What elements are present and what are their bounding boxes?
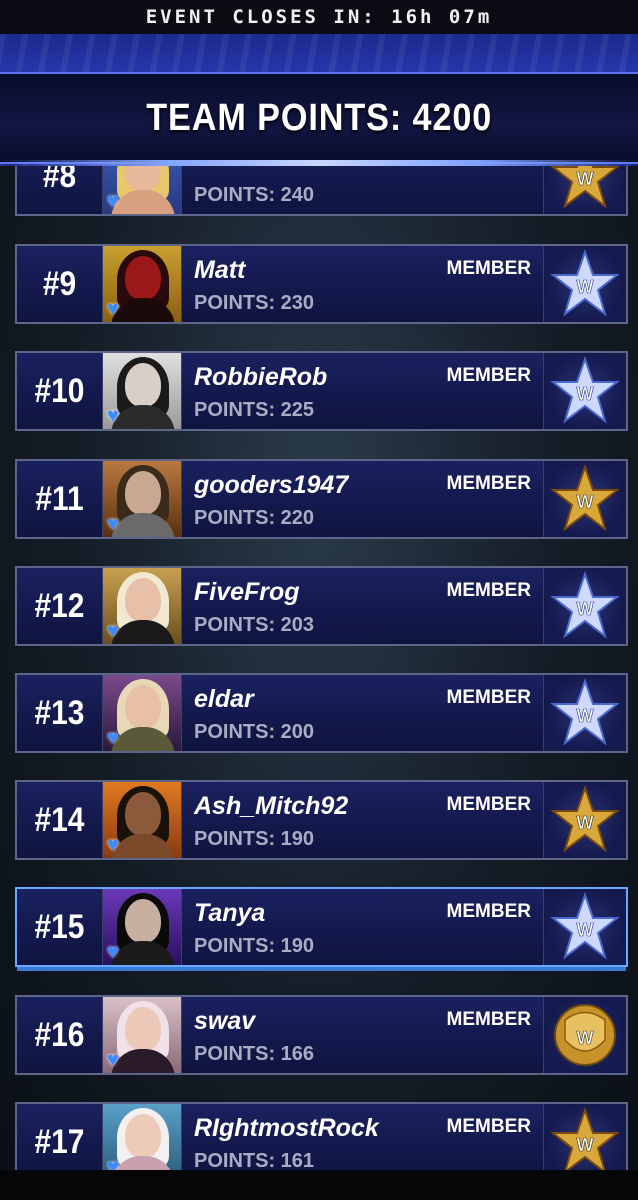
player-name: Matt	[194, 256, 246, 284]
svg-text:W: W	[577, 492, 594, 512]
svg-text:W: W	[577, 277, 594, 297]
avatar[interactable]: ♥	[102, 246, 182, 322]
avatar[interactable]: ♥	[102, 782, 182, 858]
leaderboard-row-12[interactable]: #12 ♥ FiveFrog POINTS: 203 MEMBER W	[15, 566, 628, 646]
avatar[interactable]: ♥	[102, 1104, 182, 1180]
avatar[interactable]: ♥	[102, 568, 182, 644]
player-name: Tanya	[194, 899, 266, 927]
event-timer-bar: EVENT CLOSES IN: 16h 07m	[0, 0, 638, 34]
heart-icon: ♥	[107, 513, 119, 535]
rank-label: #13	[34, 693, 85, 732]
player-name: FiveFrog	[194, 578, 300, 606]
header-glow	[0, 160, 638, 166]
player-points: POINTS: 230	[194, 292, 315, 314]
player-points: POINTS: 190	[194, 935, 315, 957]
leaderboard-row-14[interactable]: #14 ♥ Ash_Mitch92 POINTS: 190 MEMBER W	[15, 780, 628, 860]
rank-label: #12	[34, 586, 85, 625]
svg-text:W: W	[577, 1028, 594, 1048]
avatar[interactable]: ♥	[102, 461, 182, 537]
silver-star-icon: W	[543, 889, 626, 965]
avatar[interactable]: ♥	[102, 675, 182, 751]
player-points: POINTS: 200	[194, 721, 315, 743]
player-role: MEMBER	[446, 901, 531, 922]
event-closes-label: EVENT CLOSES IN: 16h 07m	[145, 6, 493, 28]
player-points: POINTS: 203	[194, 614, 315, 636]
gold-star-icon: W	[543, 461, 626, 537]
svg-text:W: W	[577, 813, 594, 833]
avatar[interactable]: ♥	[102, 997, 182, 1073]
rank-label: #17	[34, 1122, 85, 1161]
player-name: eldar	[194, 685, 254, 713]
team-points-header: TEAM POINTS: 4200	[0, 34, 638, 166]
gold-shield-icon: W	[543, 997, 626, 1073]
rank-label: #16	[34, 1015, 85, 1054]
leaderboard-row-16[interactable]: #16 ♥ swav POINTS: 166 MEMBER W	[15, 995, 628, 1075]
bottom-nav-bar	[0, 1170, 638, 1200]
player-role: MEMBER	[446, 794, 531, 815]
player-role: MEMBER	[446, 1009, 531, 1030]
gold-star-icon: W	[543, 782, 626, 858]
svg-text:W: W	[577, 1135, 594, 1155]
player-name: Ash_Mitch92	[194, 792, 349, 820]
player-role: MEMBER	[446, 365, 531, 386]
leaderboard-row-13[interactable]: #13 ♥ eldar POINTS: 200 MEMBER W	[15, 673, 628, 753]
svg-text:W: W	[577, 706, 594, 726]
player-role: MEMBER	[446, 1116, 531, 1137]
heart-icon: ♥	[107, 1049, 119, 1071]
svg-text:W: W	[577, 599, 594, 619]
avatar[interactable]: ♥	[102, 353, 182, 429]
heart-icon: ♥	[107, 620, 119, 642]
player-points: POINTS: 190	[194, 828, 315, 850]
rank-label: #11	[35, 479, 84, 518]
player-points: POINTS: 220	[194, 507, 315, 529]
svg-text:W: W	[577, 920, 594, 940]
player-name: RIghtmostRock	[194, 1114, 379, 1142]
player-role: MEMBER	[446, 580, 531, 601]
heart-icon: ♥	[107, 298, 119, 320]
rank-label: #15	[34, 907, 85, 946]
player-name: gooders1947	[194, 471, 349, 499]
heart-icon: ♥	[107, 405, 119, 427]
gold-star-icon: W	[543, 1104, 626, 1180]
leaderboard-row-10[interactable]: #10 ♥ RobbieRob POINTS: 225 MEMBER W	[15, 351, 628, 431]
silver-star-icon: W	[543, 353, 626, 429]
rank-label: #10	[34, 371, 85, 410]
player-name: swav	[194, 1007, 256, 1035]
player-role: MEMBER	[446, 258, 531, 279]
leaderboard-row-11[interactable]: #11 ♥ gooders1947 POINTS: 220 MEMBER W	[15, 459, 628, 539]
player-points: POINTS: 240	[194, 184, 315, 206]
player-points: POINTS: 166	[194, 1043, 315, 1065]
leaderboard-row-15[interactable]: #15 ♥ Tanya POINTS: 190 MEMBER W	[15, 887, 628, 967]
heart-icon: ♥	[107, 834, 119, 856]
team-points-label: TEAM POINTS: 4200	[146, 96, 492, 139]
avatar[interactable]: ♥	[102, 889, 182, 965]
heart-icon: ♥	[107, 727, 119, 749]
rank-label: #14	[34, 800, 85, 839]
rank-label: #9	[42, 264, 77, 303]
svg-text:W: W	[577, 169, 594, 189]
player-points: POINTS: 225	[194, 399, 315, 421]
team-points-bar: TEAM POINTS: 4200	[0, 72, 638, 164]
svg-text:W: W	[577, 384, 594, 404]
silver-star-icon: W	[543, 246, 626, 322]
player-role: MEMBER	[446, 473, 531, 494]
player-name: RobbieRob	[194, 363, 328, 391]
heart-icon: ♥	[107, 190, 119, 212]
player-role: MEMBER	[446, 687, 531, 708]
leaderboard-row-9[interactable]: #9 ♥ Matt POINTS: 230 MEMBER W	[15, 244, 628, 324]
heart-icon: ♥	[107, 941, 119, 963]
silver-star-icon: W	[543, 675, 626, 751]
silver-star-icon: W	[543, 568, 626, 644]
leaderboard-list[interactable]: #8 ♥ POINTS: 240 W #9 ♥ Matt POINTS: 230…	[0, 0, 638, 1182]
